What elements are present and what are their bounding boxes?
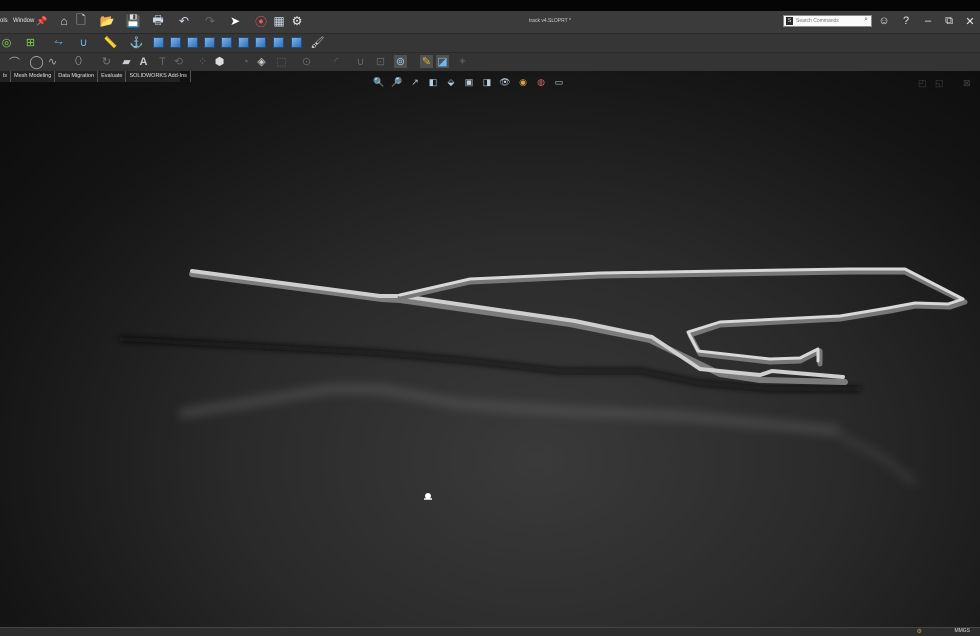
graphics-area[interactable] bbox=[0, 71, 980, 627]
offset-icon[interactable]: ↻ bbox=[100, 55, 113, 68]
surface-icon[interactable]: ◈ bbox=[255, 55, 268, 68]
viewport-restore-icon[interactable]: ◰ bbox=[918, 78, 927, 89]
edit-appearance-icon[interactable]: ◪ bbox=[436, 55, 449, 68]
fillet-icon[interactable]: ◜ bbox=[330, 55, 343, 68]
tab-mesh-modeling[interactable]: Mesh Modeling bbox=[11, 71, 56, 82]
text-icon[interactable]: A bbox=[137, 55, 150, 68]
view-orientation-icon[interactable]: ▣ bbox=[463, 76, 475, 88]
pin-icon[interactable]: 📌 bbox=[35, 14, 49, 28]
heads-up-view-toolbar: 🔍 🔎 ↗ ◧ ⬙ ▣ ◨ 👁 ◉ ◍ ▭ bbox=[373, 76, 571, 88]
tab-sketch-ink[interactable]: ls bbox=[0, 71, 11, 82]
unit-system[interactable]: MMGS bbox=[954, 628, 970, 634]
extrude-icon[interactable]: ⬚ bbox=[275, 55, 288, 68]
undo-icon[interactable]: ↶ bbox=[177, 14, 191, 28]
document-title: track v4.SLDPRT * bbox=[529, 18, 571, 24]
view-right-icon[interactable] bbox=[203, 36, 216, 49]
edit-appearance-icon[interactable]: ◉ bbox=[517, 76, 529, 88]
track-model[interactable] bbox=[0, 71, 980, 627]
open-folder-icon[interactable]: 📂 bbox=[100, 14, 115, 28]
menu-tools[interactable]: ols bbox=[0, 18, 8, 24]
ellipse-icon[interactable]: ⬯ bbox=[72, 55, 85, 68]
zoom-to-fit-icon[interactable]: 🔍 bbox=[373, 76, 385, 88]
view-iso-icon[interactable] bbox=[254, 36, 267, 49]
minimize-icon[interactable]: – bbox=[921, 14, 935, 28]
viewport-split-icon[interactable]: ◱ bbox=[935, 78, 944, 89]
search-icon[interactable]: ⌕ bbox=[864, 16, 868, 24]
wrap-icon[interactable]: ⊡ bbox=[374, 55, 387, 68]
trim-icon[interactable]: T bbox=[156, 55, 169, 68]
ruler-icon[interactable]: 📏 bbox=[104, 36, 118, 49]
track-reflection bbox=[179, 384, 841, 436]
decal-icon[interactable]: ✦ bbox=[456, 55, 469, 68]
display-style-icon[interactable]: ⊚ bbox=[394, 55, 407, 68]
viewport-close-icon[interactable]: ⊠ bbox=[963, 78, 971, 89]
top-strip bbox=[0, 0, 980, 11]
view-settings-icon[interactable]: ▭ bbox=[553, 76, 565, 88]
apply-scene-icon[interactable]: ◍ bbox=[535, 76, 547, 88]
circle-icon[interactable]: ◯ bbox=[29, 54, 44, 69]
arc-icon[interactable]: ⌒ bbox=[8, 55, 21, 69]
grid-icon[interactable]: ⊞ bbox=[24, 36, 37, 49]
restore-icon[interactable]: ⧉ bbox=[942, 14, 956, 28]
user-account-icon[interactable]: ☺ bbox=[877, 14, 891, 28]
gear-icon[interactable]: ⚙ bbox=[290, 14, 304, 28]
view-top-icon[interactable] bbox=[220, 36, 233, 49]
save-icon[interactable]: 💾 bbox=[126, 14, 141, 28]
print-icon[interactable]: 🖶 bbox=[151, 13, 165, 28]
shell-icon[interactable]: ∪ bbox=[354, 55, 367, 68]
spline-icon[interactable]: ∿ bbox=[46, 55, 59, 68]
new-document-icon[interactable]: 🗋 bbox=[74, 13, 88, 28]
home-icon[interactable]: ⌂ bbox=[57, 14, 71, 28]
mirror-icon[interactable]: ⟲ bbox=[172, 55, 185, 68]
tab-evaluate[interactable]: Evaluate bbox=[98, 71, 127, 82]
hide-show-items-icon[interactable]: 👁 bbox=[499, 76, 511, 88]
anchor-icon[interactable]: ⚓ bbox=[130, 36, 144, 49]
command-manager-tabs: ls Mesh Modeling Data Migration Evaluate… bbox=[0, 71, 191, 82]
rotate-cursor-icon bbox=[424, 493, 432, 500]
display-style-icon[interactable]: ◨ bbox=[481, 76, 493, 88]
brush-icon[interactable]: 🖌 bbox=[311, 36, 325, 49]
smart-dimension-icon[interactable]: ⥊ bbox=[52, 36, 65, 49]
appearance-icon[interactable]: ✎ bbox=[420, 55, 433, 68]
select-pointer-icon[interactable]: ➤ bbox=[228, 14, 242, 28]
track-shadow bbox=[119, 336, 860, 392]
view-front-icon[interactable] bbox=[152, 36, 165, 49]
track-upper-loop-side bbox=[397, 269, 968, 367]
solidworks-logo-icon: S bbox=[786, 17, 793, 25]
command-manager-row-1 bbox=[0, 33, 980, 53]
sketch-icon[interactable]: ◎ bbox=[0, 36, 13, 49]
curve-icon[interactable]: ∪ bbox=[77, 36, 90, 49]
cube-icon[interactable]: ⬢ bbox=[213, 55, 226, 68]
help-icon[interactable]: ? bbox=[899, 14, 913, 28]
search-commands[interactable]: S Search Commands ⌕ bbox=[783, 15, 872, 27]
previous-view-icon[interactable]: ↗ bbox=[409, 76, 421, 88]
rebuild-status-icon[interactable]: ⚙ bbox=[917, 628, 922, 635]
view-back-icon[interactable] bbox=[169, 36, 182, 49]
track-reflection-2 bbox=[838, 432, 918, 487]
view-left-icon[interactable] bbox=[186, 36, 199, 49]
tab-data-migration[interactable]: Data Migration bbox=[55, 71, 99, 82]
view-bottom-icon[interactable] bbox=[237, 36, 250, 49]
search-input[interactable]: Search Commands bbox=[796, 18, 839, 24]
redo-icon[interactable]: ↷ bbox=[203, 14, 217, 28]
revolve-icon[interactable]: ⊙ bbox=[300, 55, 313, 68]
pattern-icon[interactable]: ⁘ bbox=[196, 55, 209, 68]
tab-solidworks-add-ins[interactable]: SOLIDWORKS Add-Ins bbox=[126, 71, 191, 82]
close-icon[interactable]: ✕ bbox=[963, 14, 977, 28]
zoom-to-area-icon[interactable]: 🔎 bbox=[391, 76, 403, 88]
section-view-icon[interactable]: ◧ bbox=[427, 76, 439, 88]
file-properties-icon[interactable]: ▦ bbox=[272, 14, 286, 28]
view-trimetric-icon[interactable] bbox=[290, 36, 303, 49]
plane-icon[interactable]: ▰ bbox=[120, 55, 133, 68]
convert-icon[interactable]: ◔ bbox=[239, 55, 252, 68]
dynamic-annotation-icon[interactable]: ⬙ bbox=[445, 76, 457, 88]
menu-window[interactable]: Window bbox=[13, 18, 34, 24]
view-dimetric-icon[interactable] bbox=[272, 36, 285, 49]
traffic-light-icon[interactable]: ⦿ bbox=[254, 14, 268, 29]
